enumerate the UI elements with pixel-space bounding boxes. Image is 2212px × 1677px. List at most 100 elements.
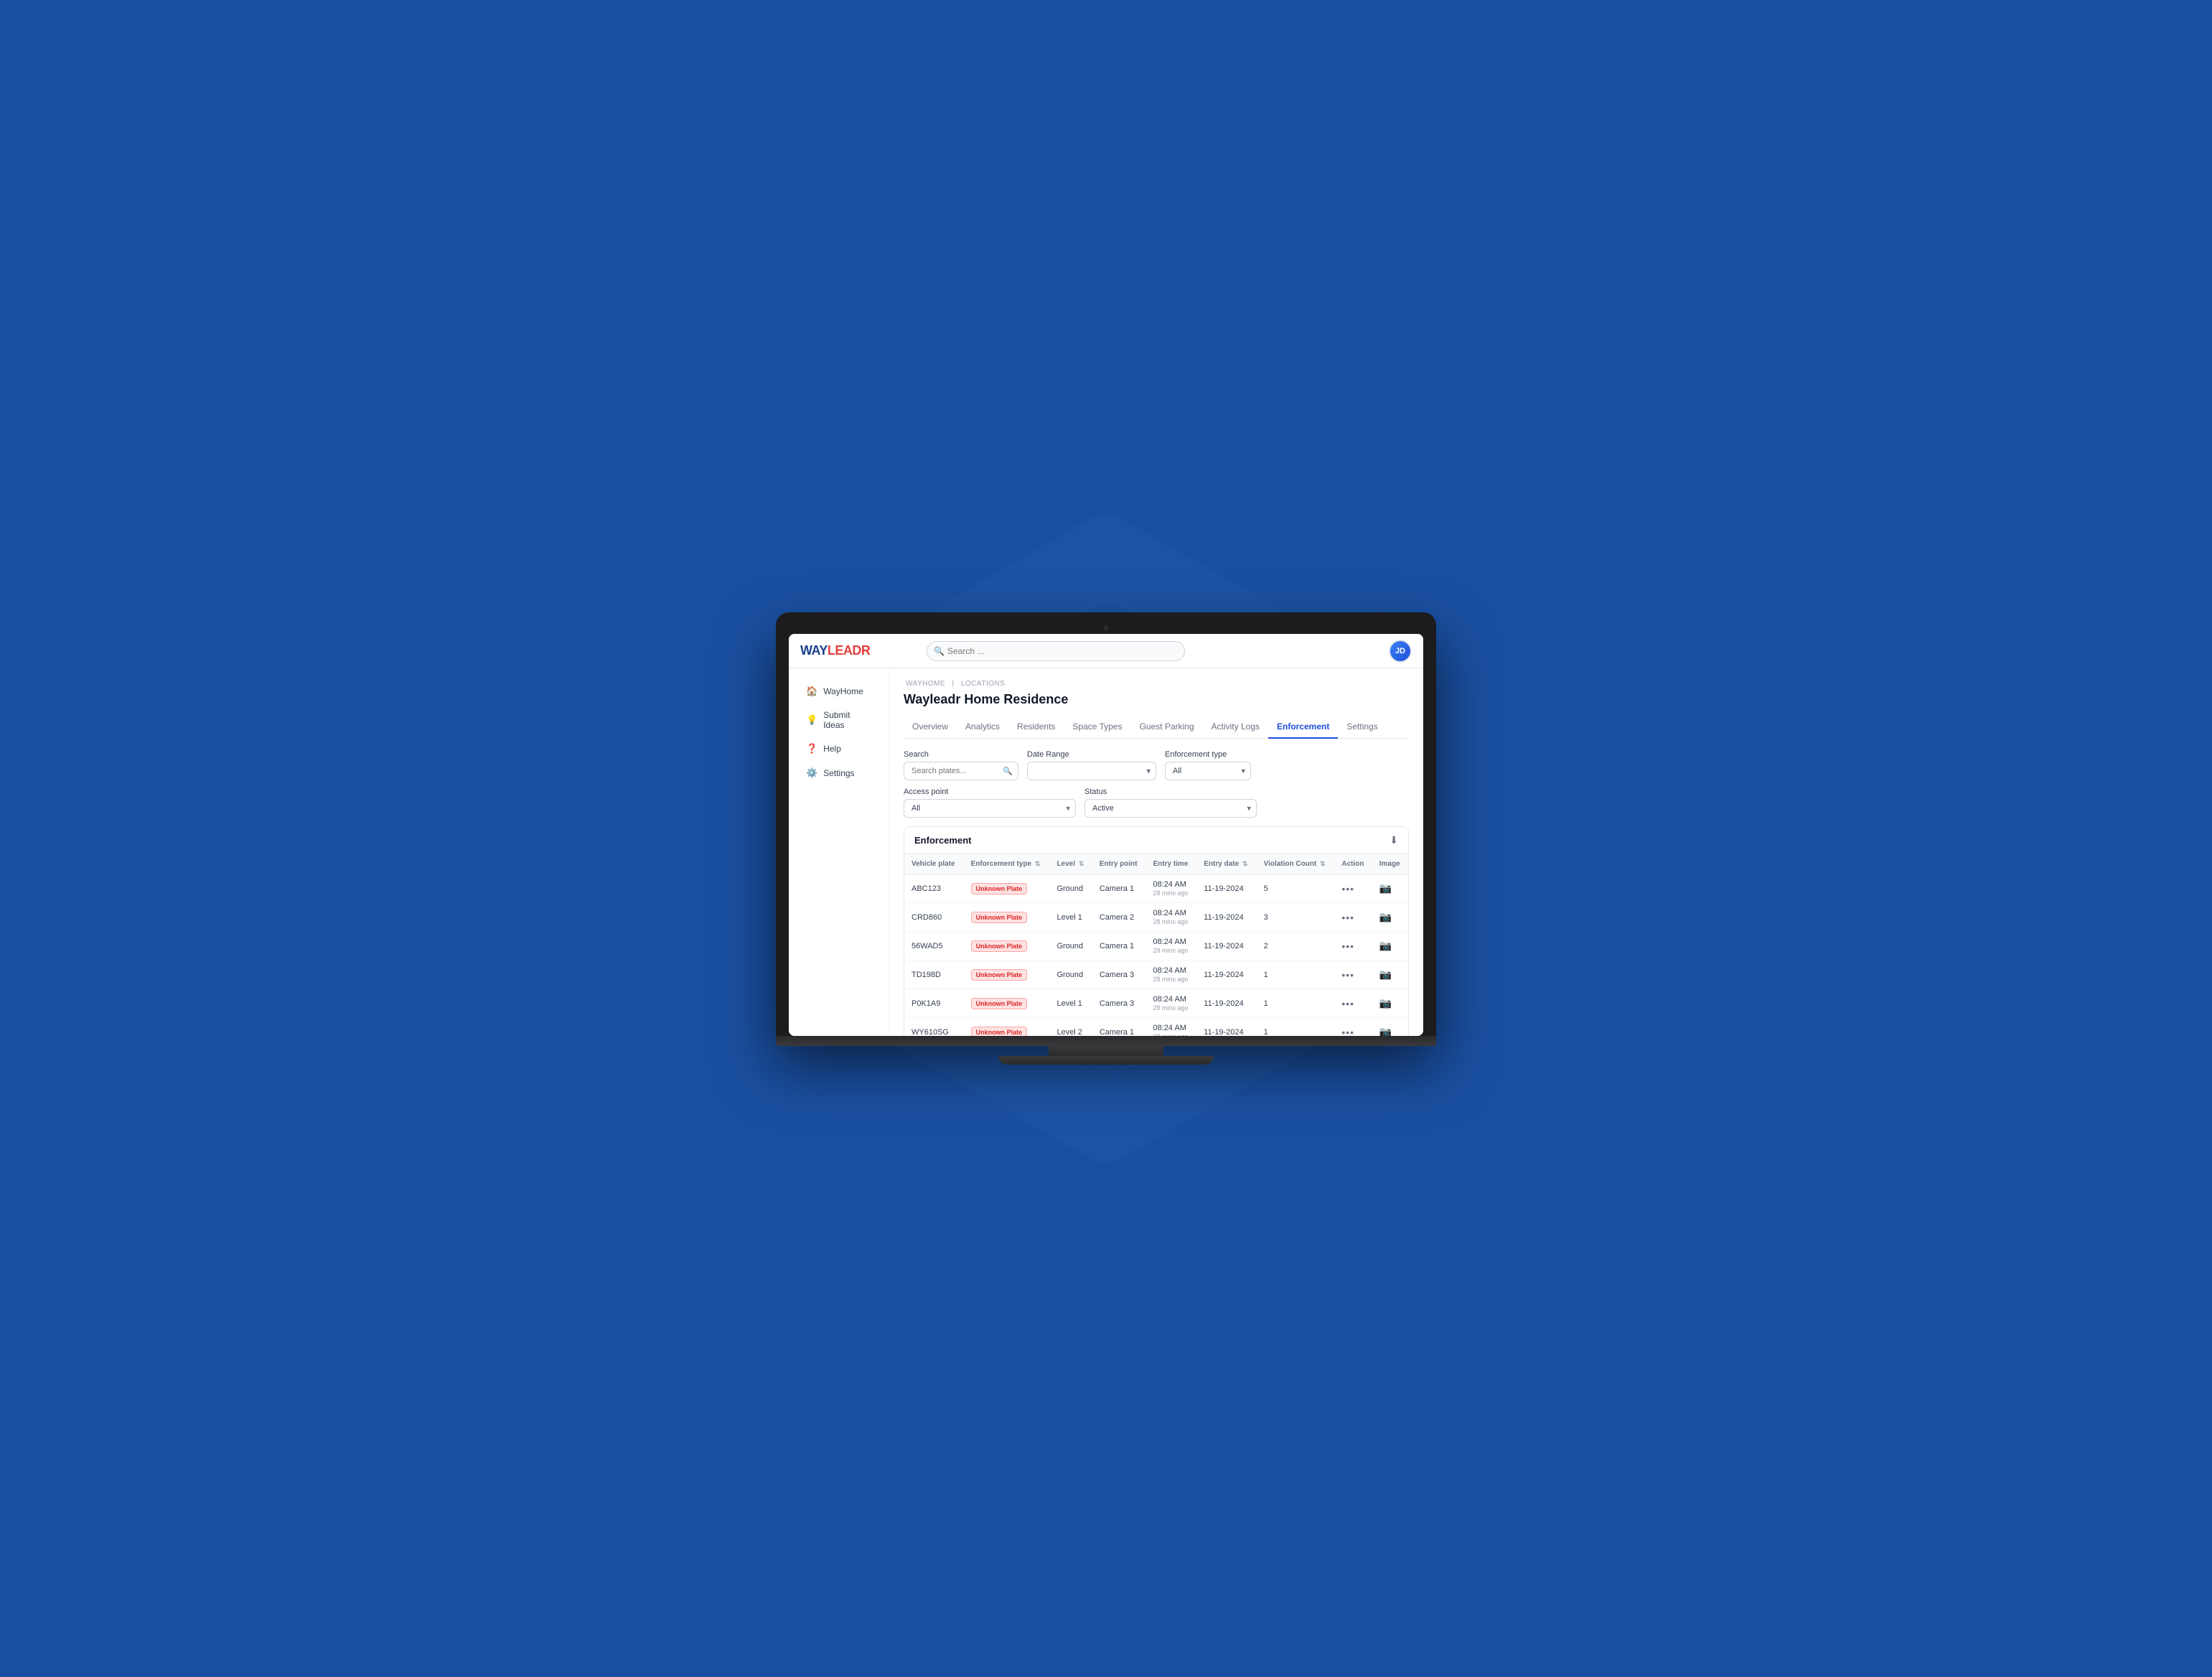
sort-entry-date-icon: ⇅ — [1242, 860, 1248, 867]
access-point-label: Access point — [904, 788, 1076, 796]
sidebar-item-help[interactable]: ❓ Help — [795, 737, 883, 760]
download-button[interactable]: ⬇ — [1389, 834, 1398, 846]
table-header-row: Vehicle plate Enforcement type ⇅ Level ⇅ — [904, 854, 1408, 874]
sidebar-item-submit-ideas-label: Submit Ideas — [823, 710, 871, 730]
tab-activity-logs[interactable]: Activity Logs — [1203, 716, 1268, 739]
col-enforcement-type[interactable]: Enforcement type ⇅ — [964, 854, 1050, 874]
action-menu-button-1[interactable]: ••• — [1341, 912, 1354, 923]
cell-action-5: ••• — [1334, 1018, 1372, 1037]
entry-time-main-3: 08:24 AM — [1153, 966, 1189, 975]
entry-time-ago-3: 28 mins ago — [1153, 976, 1189, 983]
action-menu-button-2[interactable]: ••• — [1341, 940, 1354, 952]
camera-icon-5[interactable]: 📷 — [1379, 1026, 1392, 1036]
col-violation-count[interactable]: Violation Count ⇅ — [1257, 854, 1335, 874]
access-point-select[interactable]: All — [904, 799, 1076, 818]
search-input-wrap: 🔍 — [904, 762, 1018, 780]
sidebar-item-wayhome[interactable]: 🏠 WayHome — [795, 680, 883, 703]
date-range-label: Date Range — [1027, 750, 1156, 759]
page-title: Wayleadr Home Residence — [904, 692, 1409, 707]
cell-violation-count-3: 1 — [1257, 961, 1335, 989]
tab-enforcement[interactable]: Enforcement — [1268, 716, 1338, 739]
col-vehicle-plate: Vehicle plate — [904, 854, 964, 874]
table-row: 56WAD5 Unknown Plate Ground Camera 1 08:… — [904, 932, 1408, 961]
sidebar-item-help-label: Help — [823, 744, 841, 754]
tab-residents[interactable]: Residents — [1008, 716, 1064, 739]
cell-plate-0: ABC123 — [904, 874, 964, 903]
enforcement-badge-1: Unknown Plate — [971, 912, 1028, 923]
table-row: TD198D Unknown Plate Ground Camera 3 08:… — [904, 961, 1408, 989]
plate-search-icon: 🔍 — [1003, 767, 1013, 776]
cell-enforcement-type-1: Unknown Plate — [964, 903, 1050, 932]
cell-entry-point-0: Camera 1 — [1092, 874, 1146, 903]
action-menu-button-3[interactable]: ••• — [1341, 969, 1354, 981]
tab-analytics[interactable]: Analytics — [957, 716, 1008, 739]
camera-icon-2[interactable]: 📷 — [1379, 940, 1392, 951]
avatar-initials: JD — [1395, 647, 1405, 655]
camera-icon-3[interactable]: 📷 — [1379, 968, 1392, 980]
cell-level-3: Ground — [1049, 961, 1092, 989]
cell-action-3: ••• — [1334, 961, 1372, 989]
sidebar-item-settings-label: Settings — [823, 768, 854, 778]
cell-entry-date-3: 11-19-2024 — [1196, 961, 1256, 989]
cell-image-1: 📷 — [1372, 903, 1408, 932]
entry-time-main-1: 08:24 AM — [1153, 909, 1189, 917]
plate-search-input[interactable] — [904, 762, 1018, 780]
date-range-filter-group: Date Range 01/06/2024 → 12/06/2024 ▾ — [1027, 750, 1156, 780]
action-menu-button-4[interactable]: ••• — [1341, 998, 1354, 1009]
enforcement-badge-0: Unknown Plate — [971, 883, 1028, 894]
cell-entry-time-5: 08:24 AM 28 mins ago — [1145, 1018, 1196, 1037]
entry-time-ago-2: 28 mins ago — [1153, 947, 1189, 954]
camera-icon-0[interactable]: 📷 — [1379, 882, 1392, 894]
access-point-select-wrap: All — [904, 799, 1076, 818]
sidebar-item-settings[interactable]: ⚙️ Settings — [795, 762, 883, 785]
cell-image-4: 📷 — [1372, 989, 1408, 1018]
cell-enforcement-type-4: Unknown Plate — [964, 989, 1050, 1018]
cell-enforcement-type-0: Unknown Plate — [964, 874, 1050, 903]
cell-entry-date-2: 11-19-2024 — [1196, 932, 1256, 961]
tab-settings[interactable]: Settings — [1338, 716, 1386, 739]
col-level[interactable]: Level ⇅ — [1049, 854, 1092, 874]
global-search-input[interactable] — [927, 641, 1185, 661]
tab-space-types[interactable]: Space Types — [1064, 716, 1130, 739]
cell-entry-date-5: 11-19-2024 — [1196, 1018, 1256, 1037]
entry-time-main-2: 08:24 AM — [1153, 938, 1189, 946]
action-menu-button-0[interactable]: ••• — [1341, 883, 1354, 894]
top-bar: WAYLEADR 🔍 JD — [789, 634, 1423, 668]
sidebar-item-submit-ideas[interactable]: 💡 Submit Ideas — [795, 704, 883, 736]
entry-time-ago-0: 28 mins ago — [1153, 889, 1189, 897]
cell-image-2: 📷 — [1372, 932, 1408, 961]
entry-time-main-0: 08:24 AM — [1153, 880, 1189, 889]
sidebar: 🏠 WayHome 💡 Submit Ideas ❓ Help ⚙️ Setti… — [789, 668, 889, 1036]
entry-time-ago-1: 28 mins ago — [1153, 918, 1189, 925]
cell-plate-2: 56WAD5 — [904, 932, 964, 961]
avatar[interactable]: JD — [1389, 640, 1412, 663]
tab-guest-parking[interactable]: Guest Parking — [1131, 716, 1203, 739]
status-select-wrap: Active — [1084, 799, 1257, 818]
col-image: Image — [1372, 854, 1408, 874]
cell-level-4: Level 1 — [1049, 989, 1092, 1018]
action-menu-button-5[interactable]: ••• — [1341, 1027, 1354, 1037]
date-range-input[interactable]: 01/06/2024 → 12/06/2024 — [1027, 762, 1156, 780]
sort-enforcement-type-icon: ⇅ — [1035, 860, 1041, 867]
status-filter-label: Status — [1084, 788, 1257, 796]
cell-plate-5: WY610SG — [904, 1018, 964, 1037]
cell-entry-point-4: Camera 3 — [1092, 989, 1146, 1018]
enforcement-type-select[interactable]: All — [1165, 762, 1251, 780]
home-icon: 🏠 — [806, 686, 817, 697]
cell-entry-time-2: 08:24 AM 28 mins ago — [1145, 932, 1196, 961]
cell-enforcement-type-5: Unknown Plate — [964, 1018, 1050, 1037]
cell-image-5: 📷 — [1372, 1018, 1408, 1037]
table-row: CRD860 Unknown Plate Level 1 Camera 2 08… — [904, 903, 1408, 932]
breadcrumb-locations[interactable]: LOCATIONS — [961, 680, 1006, 688]
camera-icon-4[interactable]: 📷 — [1379, 997, 1392, 1009]
tab-overview[interactable]: Overview — [904, 716, 957, 739]
camera-icon-1[interactable]: 📷 — [1379, 911, 1392, 922]
cell-violation-count-4: 1 — [1257, 989, 1335, 1018]
breadcrumb-wayhome[interactable]: WAYHOME — [906, 680, 945, 688]
cell-entry-date-0: 11-19-2024 — [1196, 874, 1256, 903]
entry-time-ago-4: 28 mins ago — [1153, 1004, 1189, 1012]
sidebar-item-wayhome-label: WayHome — [823, 686, 863, 696]
cell-entry-time-4: 08:24 AM 28 mins ago — [1145, 989, 1196, 1018]
status-select[interactable]: Active — [1084, 799, 1257, 818]
col-entry-date[interactable]: Entry date ⇅ — [1196, 854, 1256, 874]
